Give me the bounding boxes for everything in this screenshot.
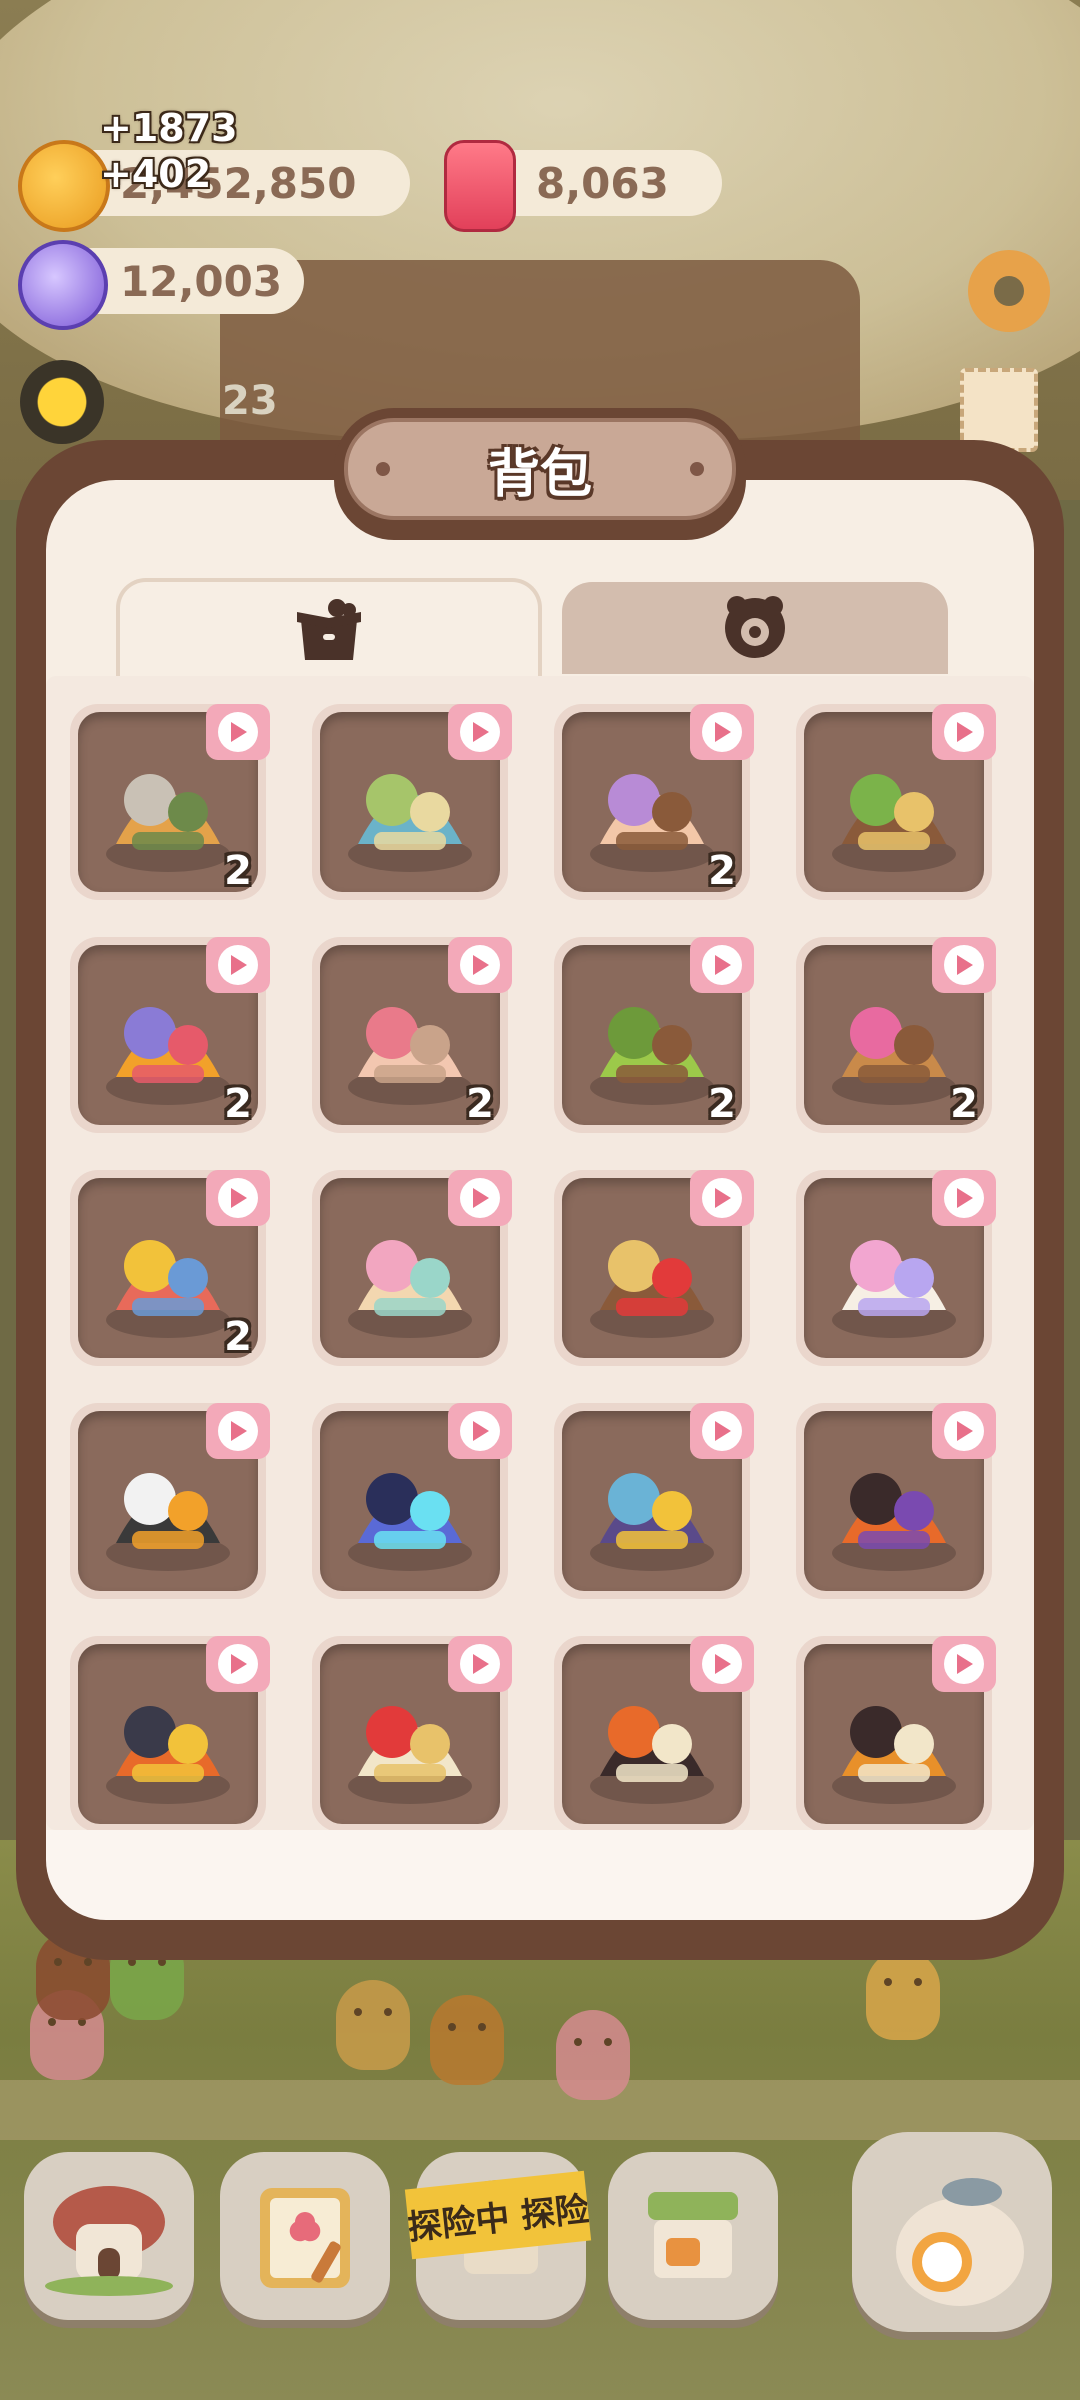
- play-icon: [460, 1644, 500, 1684]
- bag-item-slot[interactable]: [796, 1170, 996, 1366]
- cookie-character[interactable]: [866, 1950, 940, 2040]
- video-reward-badge[interactable]: [932, 704, 996, 760]
- video-reward-badge[interactable]: [690, 704, 754, 760]
- play-icon: [944, 712, 984, 752]
- nav-mushroom-house-button[interactable]: [24, 2152, 194, 2320]
- bag-item-grid[interactable]: 2 2 2 2 2 2 2: [46, 676, 1034, 1830]
- nav-quest-book-button[interactable]: [220, 2152, 390, 2320]
- play-icon: [460, 1178, 500, 1218]
- cookie-gain-text-2: +402: [100, 152, 212, 196]
- play-icon: [944, 1178, 984, 1218]
- bag-item-slot[interactable]: 2: [554, 704, 754, 900]
- play-icon: [702, 1411, 742, 1451]
- play-icon: [944, 945, 984, 985]
- cookie-character[interactable]: [430, 1995, 504, 2085]
- play-icon: [702, 712, 742, 752]
- bag-item-slot[interactable]: 2: [70, 704, 270, 900]
- item-count: 2: [224, 1314, 252, 1360]
- video-reward-badge[interactable]: [690, 1636, 754, 1692]
- video-reward-badge[interactable]: [448, 1403, 512, 1459]
- bag-item-slot[interactable]: 2: [554, 937, 754, 1133]
- video-reward-badge[interactable]: [206, 1170, 270, 1226]
- play-icon: [702, 945, 742, 985]
- bag-item-slot[interactable]: [554, 1170, 754, 1366]
- bag-item-slot[interactable]: 2: [70, 1170, 270, 1366]
- video-reward-badge[interactable]: [448, 1170, 512, 1226]
- cookie-paw-icon: [725, 596, 785, 658]
- video-reward-badge[interactable]: [448, 704, 512, 760]
- bag-item-slot[interactable]: [312, 1170, 512, 1366]
- video-reward-badge[interactable]: [690, 937, 754, 993]
- item-count: 2: [950, 1081, 978, 1127]
- bag-item-slot[interactable]: [796, 1636, 996, 1830]
- counter-label: 23: [222, 378, 278, 424]
- play-icon: [218, 1644, 258, 1684]
- cookie-coin-icon: [18, 140, 110, 232]
- rainbow-candy-value: 12,003: [120, 256, 283, 306]
- quest-book-icon: [260, 2188, 350, 2288]
- bag-item-slot[interactable]: [312, 1403, 512, 1599]
- shop-stall-icon: [648, 2192, 738, 2278]
- play-icon: [944, 1411, 984, 1451]
- item-count: 2: [466, 1081, 494, 1127]
- rainbow-candy-icon: [18, 240, 108, 330]
- bag-title-plate: 背包: [334, 408, 746, 540]
- item-count: 2: [224, 1081, 252, 1127]
- play-icon: [218, 712, 258, 752]
- mushroom-house-icon: [45, 2186, 173, 2296]
- dragon-alarm-icon: [896, 2178, 1024, 2306]
- play-icon: [460, 945, 500, 985]
- tab-decor[interactable]: [562, 582, 948, 674]
- play-icon: [702, 1644, 742, 1684]
- video-reward-badge[interactable]: [206, 704, 270, 760]
- item-count: 2: [708, 848, 736, 894]
- bag-item-slot[interactable]: [312, 704, 512, 900]
- red-crystal-icon: [444, 140, 516, 232]
- bag-item-slot[interactable]: [796, 1403, 996, 1599]
- item-count: 2: [708, 1081, 736, 1127]
- video-reward-badge[interactable]: [690, 1170, 754, 1226]
- cookie-character[interactable]: [556, 2010, 630, 2100]
- bag-item-slot[interactable]: 2: [796, 937, 996, 1133]
- crystal-currency-value: 8,063: [536, 158, 669, 208]
- bag-item-slot[interactable]: [554, 1403, 754, 1599]
- video-reward-badge[interactable]: [932, 1636, 996, 1692]
- video-reward-badge[interactable]: [448, 937, 512, 993]
- play-icon: [218, 1178, 258, 1218]
- bag-title: 背包: [487, 444, 592, 505]
- item-count: 2: [224, 848, 252, 894]
- video-reward-badge[interactable]: [448, 1636, 512, 1692]
- video-reward-badge[interactable]: [206, 1403, 270, 1459]
- tab-furniture[interactable]: [116, 578, 542, 680]
- video-reward-badge[interactable]: [932, 1403, 996, 1459]
- play-icon: [460, 712, 500, 752]
- cookie-gain-text: +1873: [100, 106, 238, 150]
- play-icon: [460, 1411, 500, 1451]
- video-reward-badge[interactable]: [690, 1403, 754, 1459]
- video-reward-badge[interactable]: [932, 937, 996, 993]
- play-icon: [944, 1644, 984, 1684]
- bag-item-slot[interactable]: 2: [312, 937, 512, 1133]
- bag-item-slot[interactable]: [554, 1636, 754, 1830]
- video-reward-badge[interactable]: [932, 1170, 996, 1226]
- play-icon: [218, 1411, 258, 1451]
- bag-item-slot[interactable]: 2: [70, 937, 270, 1133]
- nav-shop-stall-button[interactable]: [608, 2152, 778, 2320]
- bag-item-slot[interactable]: [70, 1636, 270, 1830]
- bag-item-slot[interactable]: [70, 1403, 270, 1599]
- bag-item-slot[interactable]: [796, 704, 996, 900]
- play-icon: [218, 945, 258, 985]
- play-icon: [702, 1178, 742, 1218]
- settings-gear-icon[interactable]: [968, 250, 1050, 332]
- video-reward-badge[interactable]: [206, 937, 270, 993]
- sun-badge-icon[interactable]: [20, 360, 104, 444]
- video-reward-badge[interactable]: [206, 1636, 270, 1692]
- bag-item-slot[interactable]: [312, 1636, 512, 1830]
- cookie-character[interactable]: [336, 1980, 410, 2070]
- nav-dragon-alarm-button[interactable]: [852, 2132, 1052, 2332]
- box-icon: [297, 599, 361, 660]
